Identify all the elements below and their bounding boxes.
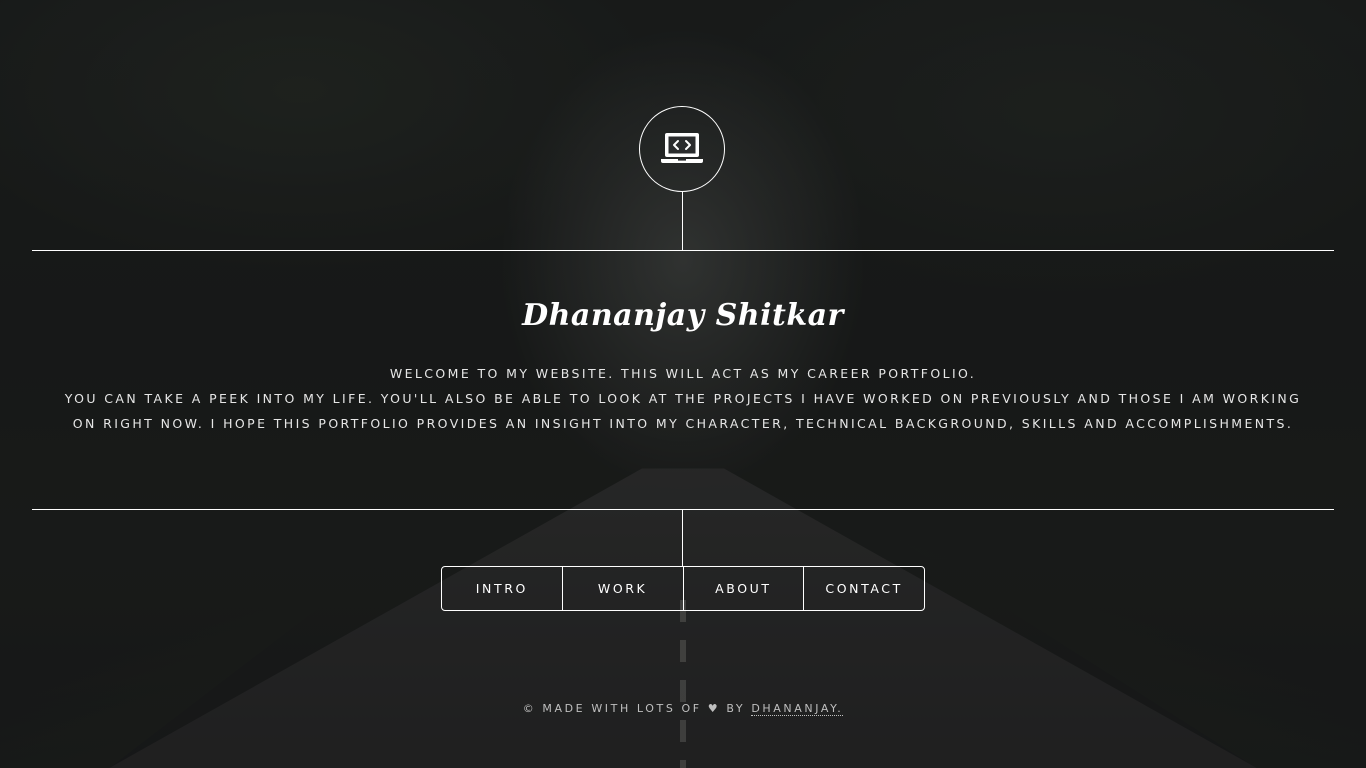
footer-credit: © Made with lots of ♥ by [522, 702, 746, 715]
nav-work-link[interactable]: Work [561, 567, 683, 610]
nav-contact-link[interactable]: Contact [803, 567, 924, 610]
divider-bottom [32, 509, 1334, 510]
footer-author-link[interactable]: Dhananjay. [751, 702, 844, 716]
intro-line-2: You can take a peek into my life. You'll… [64, 391, 1302, 431]
divider-top [32, 250, 1334, 251]
main-nav: Intro Work About Contact [441, 566, 925, 611]
laptop-code-icon [661, 133, 703, 163]
intro-text: Welcome to my website. This will act as … [60, 361, 1306, 436]
page: Dhananjay Shitkar Welcome to my website.… [0, 0, 1366, 768]
footer: © Made with lots of ♥ by Dhananjay. [0, 702, 1366, 716]
nav-intro-link[interactable]: Intro [442, 567, 562, 610]
intro-line-1: Welcome to my website. This will act as … [389, 366, 977, 381]
connector-line-bottom [682, 510, 683, 566]
page-title: Dhananjay Shitkar [522, 298, 844, 333]
logo-circle [639, 106, 725, 192]
connector-line-top [682, 192, 683, 250]
nav-about-link[interactable]: About [682, 567, 804, 610]
